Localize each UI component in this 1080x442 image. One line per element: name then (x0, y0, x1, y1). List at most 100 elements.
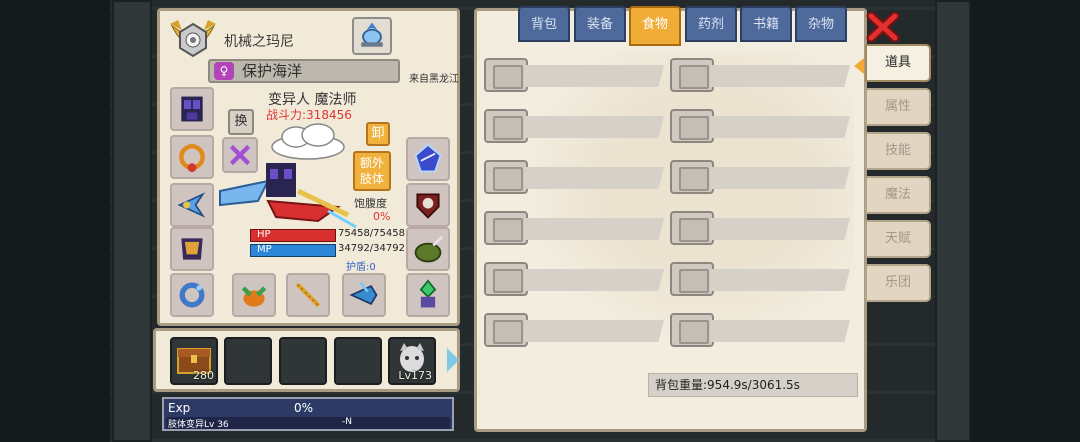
inventory-slot[interactable] (670, 211, 850, 245)
item-row-bar (710, 116, 850, 138)
dark-helmet-icon (181, 96, 203, 122)
empty-item-icon (670, 109, 714, 143)
mp-label: MP (257, 244, 272, 255)
side-tab-talent[interactable]: 天赋 (865, 220, 931, 258)
equip-slot-neck[interactable] (170, 135, 214, 179)
quick-slot-5-level: Lv173 (398, 369, 432, 382)
character-title-text: 保护海洋 (242, 62, 303, 80)
dark-armor-icon (181, 238, 203, 260)
tab-equipment[interactable]: 装备 (574, 6, 626, 42)
item-row-bar (524, 65, 664, 87)
empty-item-icon (484, 58, 528, 92)
empty-item-icon (484, 109, 528, 143)
item-row-bar (524, 320, 664, 342)
character-panel: 机械之玛尼 ♀ 保护海洋 来自黑龙江 变异人 魔法师 战斗力:318456 换 (157, 8, 460, 326)
inventory-slot[interactable] (670, 262, 850, 296)
equip-slot-charm[interactable] (406, 273, 450, 317)
empty-item-icon (670, 262, 714, 296)
character-title[interactable]: ♀ 保护海洋 (208, 59, 400, 83)
quick-slot-5[interactable]: Lv173 (388, 337, 436, 385)
quick-bar: 280 Lv173 (153, 328, 460, 392)
green-turtle-icon (241, 286, 267, 307)
inventory-slot[interactable] (484, 109, 664, 143)
amber-necklace-icon (179, 144, 205, 173)
active-side-tab-marker-icon (854, 58, 864, 74)
inventory-slot[interactable] (670, 109, 850, 143)
crystal-orb-icon (414, 143, 442, 173)
inventory-slot[interactable] (670, 160, 850, 194)
item-row-bar (710, 167, 850, 189)
inventory-slot[interactable] (484, 58, 664, 92)
equip-slot-weapon[interactable] (406, 137, 450, 181)
mp-bar: MP (250, 244, 336, 257)
exp-label: Exp (168, 401, 191, 415)
unequip-button[interactable]: 卸 (366, 122, 390, 146)
quick-slot-2[interactable] (224, 337, 272, 385)
equip-slot-offhand[interactable] (406, 183, 450, 227)
item-row-bar (710, 65, 850, 87)
tab-potion[interactable]: 药剂 (685, 6, 737, 42)
inventory-slot[interactable] (670, 313, 850, 347)
blue-fish-icon (349, 281, 378, 306)
satiety-label: 饱腹度 (354, 197, 387, 210)
item-row-bar (524, 218, 664, 240)
equip-slot-helmet[interactable] (406, 227, 450, 271)
skull-shield-icon (416, 193, 440, 219)
equip-slot-item-3[interactable] (342, 273, 386, 317)
empty-item-icon (484, 262, 528, 296)
hp-label: HP (257, 229, 271, 240)
background-strut (935, 0, 971, 442)
inventory-slot[interactable] (484, 313, 664, 347)
empty-item-icon (484, 160, 528, 194)
quick-slot-1-count: 280 (193, 369, 214, 382)
tab-food[interactable]: 食物 (629, 6, 681, 46)
character-name: 机械之玛尼 (224, 34, 294, 50)
tab-misc[interactable]: 杂物 (795, 6, 847, 42)
empty-item-icon (670, 160, 714, 194)
inventory-slot[interactable] (484, 262, 664, 296)
mutation-bar: 肢体变异Lv 36 -N (166, 417, 450, 430)
equip-slot-wing[interactable] (170, 183, 214, 227)
equip-slot-ring[interactable] (170, 273, 214, 317)
mutation-value: -N (342, 417, 352, 427)
quick-bar-next-icon[interactable] (447, 348, 459, 372)
guild-badge-icon[interactable] (352, 17, 392, 55)
swap-button[interactable]: 换 (228, 109, 254, 135)
origin-text: 来自黑龙江 (409, 74, 459, 85)
empty-item-icon (670, 58, 714, 92)
equip-slot-item-2[interactable] (286, 273, 330, 317)
empty-item-icon (484, 211, 528, 245)
empty-item-icon (670, 313, 714, 347)
mp-value: 34792/34792 (338, 243, 405, 254)
empty-item-icon (670, 211, 714, 245)
close-icon[interactable] (866, 12, 900, 42)
quick-slot-3[interactable] (279, 337, 327, 385)
side-tab-band[interactable]: 乐团 (865, 264, 931, 302)
gender-female-icon: ♀ (214, 62, 234, 80)
exp-value: 0% (294, 401, 314, 415)
side-tab-magic[interactable]: 魔法 (865, 176, 931, 214)
feather-helm-icon (414, 235, 444, 263)
tab-backpack[interactable]: 背包 (518, 6, 570, 42)
extra-limb-label: 额外 肢体 (359, 156, 384, 186)
quick-slot-1[interactable]: 280 (170, 337, 218, 385)
side-tab-items[interactable]: 道具 (865, 44, 931, 82)
item-row-bar (524, 269, 664, 291)
equip-slot-head[interactable] (170, 87, 214, 131)
extra-limb-button[interactable]: 额外 肢体 (353, 151, 391, 191)
tab-books[interactable]: 书籍 (740, 6, 792, 42)
inventory-slot[interactable] (484, 160, 664, 194)
side-tab-skills[interactable]: 技能 (865, 132, 931, 170)
side-tab-attributes[interactable]: 属性 (865, 88, 931, 126)
hp-bar: HP (250, 229, 336, 242)
equip-slot-item-1[interactable] (232, 273, 276, 317)
inventory-slot[interactable] (484, 211, 664, 245)
emerald-lantern-icon (419, 279, 437, 308)
exp-panel: Exp 0% 肢体变异Lv 36 -N (162, 397, 454, 431)
quick-slot-4[interactable] (334, 337, 382, 385)
inventory-slot[interactable] (670, 58, 850, 92)
golden-staff-icon (295, 282, 321, 308)
equip-slot-armor[interactable] (170, 227, 214, 271)
mutation-label: 肢体变异Lv 36 (168, 420, 229, 430)
empty-item-icon (484, 313, 528, 347)
